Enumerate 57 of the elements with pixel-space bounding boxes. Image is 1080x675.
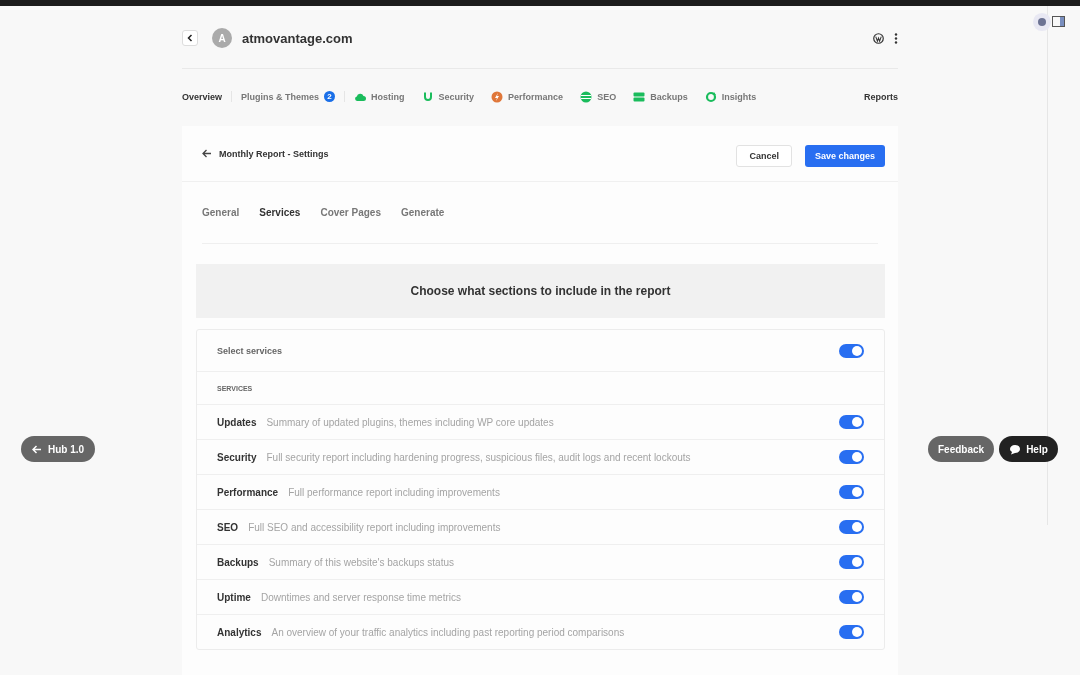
nav-tab[interactable]: Overview — [182, 91, 223, 102]
toggle-switch[interactable] — [839, 343, 864, 358]
back-arrow-icon — [32, 444, 42, 454]
sidebar-toggle-icon[interactable] — [1052, 16, 1065, 27]
nav-tab[interactable]: SEO — [580, 90, 617, 103]
select-services-label: Select services — [217, 345, 283, 356]
toggle-switch[interactable] — [839, 485, 864, 499]
service-description: An overview of your traffic analytics including past reporting period comparisons — [271, 626, 625, 638]
wordpress-icon[interactable] — [873, 32, 884, 44]
site-name: atmovantage.com — [242, 30, 353, 46]
service-name: SEO — [217, 521, 239, 533]
banner-heading: Choose what sections to include in the report — [410, 284, 671, 298]
nav-tab[interactable]: Insights — [704, 90, 757, 103]
reports-link[interactable]: Reports — [864, 91, 898, 102]
service-name: Updates — [217, 416, 257, 428]
nav-tab[interactable]: Hosting — [354, 90, 405, 103]
back-arrow-icon[interactable] — [202, 149, 212, 158]
service-description: Full performance report including improvements — [288, 486, 500, 498]
service-name: Performance — [217, 486, 279, 498]
chat-bubble-icon — [1009, 443, 1022, 455]
nav-tab[interactable]: Performance — [491, 90, 564, 103]
service-description: Summary of this website's backups status — [268, 556, 454, 568]
service-name: Analytics — [217, 626, 262, 638]
toggle-switch[interactable] — [839, 590, 864, 604]
settings-tab[interactable]: Generate — [401, 207, 445, 218]
globe-icon — [580, 90, 593, 103]
nav-tab[interactable]: Security — [421, 90, 475, 103]
save-button[interactable]: Save changes — [804, 145, 885, 167]
more-icon[interactable] — [894, 32, 898, 44]
service-description: Summary of updated plugins, themes including WP core updates — [266, 416, 554, 428]
service-name: Uptime — [217, 591, 251, 603]
service-name: Security — [217, 451, 257, 463]
settings-tab[interactable]: Cover Pages — [320, 207, 381, 218]
toggle-switch[interactable] — [839, 625, 864, 639]
service-description: Full SEO and accessibility report including improvements — [248, 521, 501, 533]
toggle-switch[interactable] — [839, 555, 864, 569]
chevron-left-icon — [187, 34, 193, 42]
toggle-switch[interactable] — [839, 520, 864, 534]
count-badge: 2 — [324, 91, 336, 102]
settings-tab[interactable]: General — [202, 207, 240, 218]
service-name: Backups — [217, 556, 259, 568]
nav-tab[interactable]: Backups — [633, 90, 688, 103]
settings-tab[interactable]: Services — [259, 207, 301, 218]
hub-button[interactable]: Hub 1.0 — [21, 436, 96, 462]
bolt-icon — [491, 90, 504, 103]
toggle-switch[interactable] — [839, 450, 864, 464]
page-title: Monthly Report - Settings — [219, 148, 329, 159]
feedback-button[interactable]: Feedback — [928, 436, 995, 462]
stack-icon — [633, 90, 646, 103]
service-description: Full security report including hardening progress, suspicious files, audit logs and recent lockouts — [266, 451, 691, 463]
back-button[interactable] — [182, 30, 198, 46]
cancel-button[interactable]: Cancel — [736, 145, 792, 167]
site-avatar: A — [212, 28, 232, 48]
nav-tab[interactable]: Plugins & Themes 2 — [241, 91, 336, 102]
help-button[interactable]: Help — [999, 436, 1058, 462]
toggle-switch[interactable] — [839, 415, 864, 429]
service-description: Downtimes and server response time metrics — [260, 591, 461, 603]
